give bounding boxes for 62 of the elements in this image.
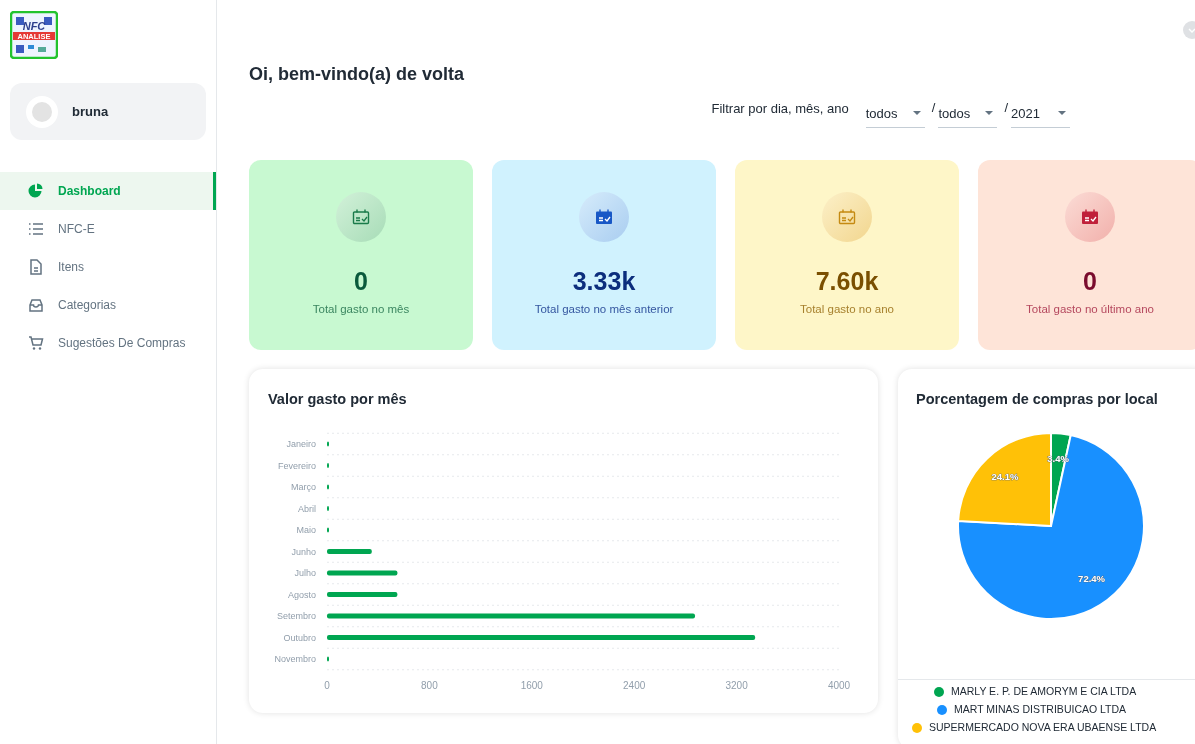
avatar-icon [26, 95, 58, 128]
nav-item[interactable]: Sugestões De Compras [0, 324, 216, 362]
date-select[interactable]: todos [865, 100, 925, 128]
document-icon [28, 259, 44, 275]
axis-label: Setembro [276, 610, 316, 621]
slice-label: 24.1% [991, 471, 1019, 483]
inbox-icon [28, 297, 44, 313]
axis-label: Março [291, 481, 316, 492]
bar [327, 591, 398, 597]
axis-label: Agosto [287, 589, 316, 600]
bar [327, 570, 398, 576]
caret-icon [1058, 111, 1066, 116]
caret-icon [912, 111, 921, 116]
date-select[interactable]: 2021 [1011, 100, 1070, 128]
axis-label: 4000 [827, 679, 851, 691]
stat-label: Total gasto no mês anterior [534, 302, 674, 317]
slice-label: 72.4% [1078, 573, 1106, 584]
legend-item[interactable]: SUPERMERCADO NOVA ERA UBAENSE LTDA [912, 718, 1157, 737]
chevron-down-icon [1188, 26, 1195, 34]
axis-label: Novembro [274, 653, 316, 664]
date-separator: / [931, 98, 936, 117]
filter-label: Filtrar por dia, mês, ano [711, 99, 849, 118]
calendar-check-icon [822, 192, 872, 242]
nav-item[interactable]: Categorias [0, 286, 216, 324]
nav-item[interactable]: Itens [0, 248, 216, 286]
caret-icon [985, 111, 994, 116]
axis-label: Junho [291, 546, 316, 557]
user-card[interactable]: bruna [10, 83, 206, 140]
user-name: bruna [72, 102, 109, 121]
axis-label: 3200 [725, 679, 748, 691]
axis-label: Fevereiro [278, 460, 316, 471]
pie-chart-icon [28, 183, 44, 199]
stat-value: 0 [354, 266, 368, 296]
axis-label: Maio [296, 524, 316, 535]
list-icon [28, 221, 44, 237]
nav-item[interactable]: NFC-E [0, 210, 216, 248]
cart-icon [28, 335, 44, 351]
stat-value: 3.33k [572, 266, 636, 296]
date-separator: / [1004, 98, 1008, 117]
axis-label: Abril [298, 503, 316, 514]
axis-label: 800 [421, 679, 438, 691]
stat-label: Total gasto no ano [800, 302, 894, 317]
date-select[interactable]: todos [938, 100, 998, 128]
calendar-check-icon [336, 192, 386, 242]
axis-label: Janeiro [286, 438, 316, 449]
legend-item[interactable]: MARLY E. P. DE AMORYM E CIA LTDA [932, 682, 1137, 701]
chart-title: Porcentagem de compras por local [915, 390, 1159, 409]
stat-value: 0 [1083, 266, 1097, 296]
calendar-check-icon [1065, 192, 1115, 242]
stat-label: Total gasto no último ano [1026, 302, 1154, 317]
bar [327, 548, 372, 554]
axis-label: 2400 [623, 679, 646, 691]
axis-label: 0 [324, 679, 330, 691]
axis-label: 1600 [520, 679, 543, 691]
stat-label: Total gasto no mês [312, 302, 410, 317]
calendar-check-icon [579, 192, 629, 242]
axis-label: Julho [294, 567, 316, 578]
chart-title: Valor gasto por mês [268, 390, 408, 409]
page-title: Oi, bem-vindo(a) de volta [249, 63, 466, 86]
legend-item[interactable]: MART MINAS DISTRIBUICAO LTDA [932, 700, 1127, 719]
axis-label: Outubro [283, 632, 316, 643]
stat-value: 7.60k [815, 266, 879, 296]
